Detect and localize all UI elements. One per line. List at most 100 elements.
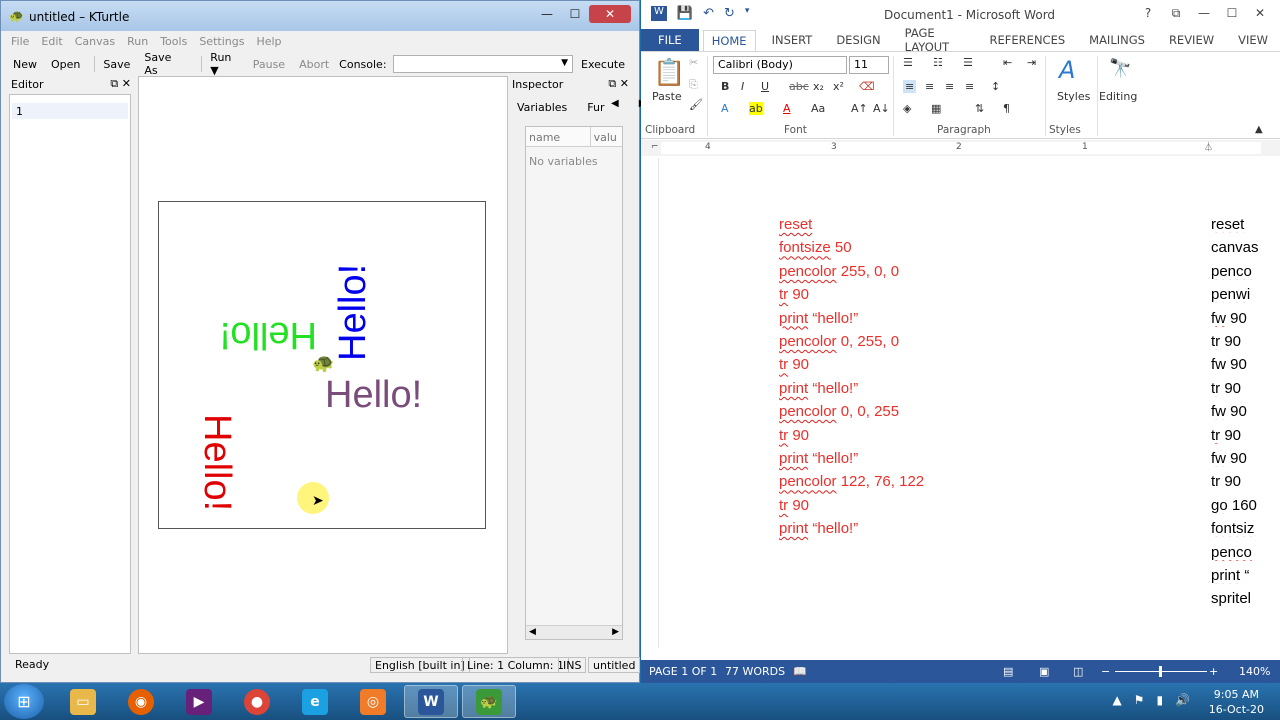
web-layout-icon[interactable]: ◫ [1073,665,1083,678]
horizontal-ruler[interactable]: ⌐ 4 3 2 1 ⏃ [641,140,1280,156]
menu-run[interactable]: Run [127,32,148,52]
underline-button[interactable]: U [761,80,769,93]
execute-button[interactable]: Execute [581,58,625,71]
change-case-icon[interactable]: Aa [811,102,825,115]
menu-tools[interactable]: Tools [160,32,187,52]
taskbar-chrome[interactable]: ● [230,685,284,718]
format-painter-icon[interactable]: 🖌 [689,98,703,111]
multilevel-list-icon[interactable]: ☰ [963,56,973,69]
undo-icon[interactable]: ↶ [703,6,714,21]
superscript-button[interactable]: x² [833,80,844,93]
close-button[interactable]: ✕ [1246,6,1274,21]
open-button[interactable]: Open [51,58,80,71]
horizontal-scrollbar[interactable]: ◀ ▶ [526,625,622,639]
console-input[interactable]: ▼ [392,55,574,73]
float-icon[interactable]: ⧉ [608,77,616,90]
line-spacing-icon[interactable]: ↕ [991,80,1000,93]
borders-icon[interactable]: ▦ [931,102,941,115]
menu-edit[interactable]: Edit [41,32,62,52]
sort-icon[interactable]: ⇅ [975,102,984,115]
tab-review[interactable]: REVIEW [1169,33,1214,47]
font-size-select[interactable]: 11 [849,56,889,74]
float-icon[interactable]: ⧉ [110,77,118,90]
document-body[interactable]: reset fontsize 50 pencolor 255, 0, 0 tr 90 p… [661,158,1280,648]
action-center-icon[interactable]: ⚑ [1134,693,1145,707]
tab-home[interactable]: HOME [702,29,756,51]
tab-selector-icon[interactable]: ⌐ [651,142,659,152]
minimize-button[interactable]: — [1190,6,1218,21]
strikethrough-button[interactable]: abc [789,80,809,93]
binoculars-icon[interactable]: 🔭 [1109,58,1131,79]
zoom-in-icon[interactable]: + [1209,665,1218,678]
run-button[interactable]: Run ▼ [210,51,242,77]
page-count[interactable]: PAGE 1 OF 1 [649,665,717,678]
tab-view[interactable]: VIEW [1238,33,1268,47]
align-right-icon[interactable]: ≡ [945,80,954,93]
taskbar-word[interactable]: W [404,685,458,718]
bold-button[interactable]: B [721,80,729,93]
clock[interactable]: 9:05 AM 16-Oct-20 [1209,687,1264,717]
paste-icon[interactable]: 📋 [653,58,685,88]
minimize-button[interactable]: — [533,5,561,23]
styles-icon[interactable]: A [1059,56,1075,84]
editing-button[interactable]: Editing [1099,90,1137,103]
shading-icon[interactable]: ◈ [903,102,911,115]
show-formatting-icon[interactable]: ¶ [1003,102,1010,115]
close-icon[interactable]: ✕ [122,77,131,90]
save-as-button[interactable]: Save As [144,51,187,77]
save-icon[interactable]: 💾 [677,6,693,21]
redo-icon[interactable]: ↻ [724,6,735,21]
tab-functions[interactable]: Fur [587,101,604,114]
clear-formatting-icon[interactable]: ⌫ [859,80,875,93]
text-effects-icon[interactable]: A [721,102,729,115]
justify-icon[interactable]: ≡ [965,80,974,93]
cut-icon[interactable]: ✂ [689,56,698,69]
taskbar-kturtle[interactable]: 🐢 [462,685,516,718]
close-button[interactable]: ✕ [589,5,631,23]
decrease-indent-icon[interactable]: ⇤ [1003,56,1012,69]
zoom-out-icon[interactable]: − [1101,665,1110,678]
numbering-icon[interactable]: ☷ [933,56,943,69]
grow-font-icon[interactable]: A↑ [851,102,868,115]
taskbar-visual-studio[interactable]: ▶ [172,685,226,718]
menu-help[interactable]: Help [256,32,281,52]
copy-icon[interactable]: ⎘ [689,78,698,92]
align-left-icon[interactable]: ≡ [903,80,917,93]
chevron-down-icon[interactable]: ▼ [561,58,568,68]
tab-insert[interactable]: INSERT [772,33,813,47]
subscript-button[interactable]: x₂ [813,80,824,93]
help-icon[interactable]: ? [1134,6,1162,21]
taskbar-explorer[interactable]: ▭ [56,685,110,718]
tray-expand-icon[interactable]: ▲ [1112,693,1121,707]
shrink-font-icon[interactable]: A↓ [873,102,890,115]
font-name-select[interactable]: Calibri (Body) [713,56,847,74]
tab-mailings[interactable]: MAILINGS [1089,33,1145,47]
abort-button[interactable]: Abort [299,58,329,71]
save-button[interactable]: Save [103,58,130,71]
new-button[interactable]: New [13,58,37,71]
paste-button[interactable]: Paste [652,90,682,103]
word-count[interactable]: 77 WORDS [725,665,785,678]
align-center-icon[interactable]: ≡ [925,80,934,93]
maximize-button[interactable]: ☐ [1218,6,1246,21]
customize-qat-icon[interactable]: ▾ [745,6,750,21]
highlight-icon[interactable]: ab [749,102,763,115]
ribbon-display-icon[interactable]: ⧉ [1162,6,1190,21]
taskbar-recorder[interactable]: ◎ [346,685,400,718]
tab-variables[interactable]: Variables [517,101,567,114]
styles-button[interactable]: Styles [1057,90,1090,103]
tab-page-layout[interactable]: PAGE LAYOUT [905,26,966,54]
increase-indent-icon[interactable]: ⇥ [1027,56,1036,69]
bullets-icon[interactable]: ☰ [903,56,913,69]
collapse-ribbon-icon[interactable]: ▲ [1255,124,1263,135]
taskbar-firefox[interactable]: ◉ [114,685,168,718]
turtle-sprite-icon[interactable]: 🐢 [312,353,334,374]
close-icon[interactable]: ✕ [620,77,629,90]
tab-file[interactable]: FILE [641,29,699,51]
menu-file[interactable]: File [11,32,29,52]
proofing-icon[interactable]: 📖 [793,665,807,678]
zoom-slider-thumb[interactable] [1159,666,1162,677]
turtle-canvas[interactable]: Hello! Hello! Hello! Hello! 🐢 ➤ [158,201,486,529]
start-button[interactable]: ⊞ [4,684,44,719]
read-mode-icon[interactable]: ▤ [1003,665,1013,678]
